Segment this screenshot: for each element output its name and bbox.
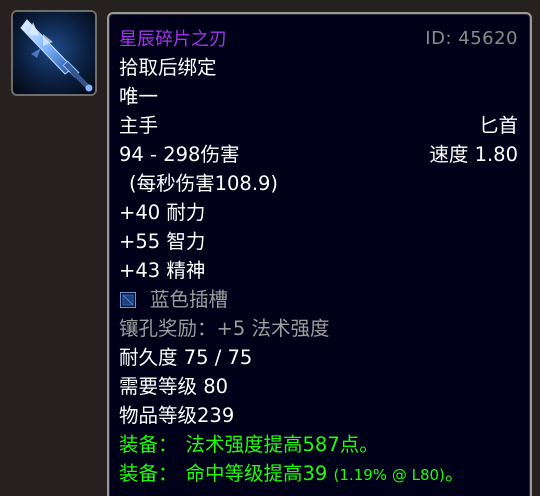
stat-spirit: +43 精神 xyxy=(119,259,206,282)
equip-hit-rating[interactable]: 装备： 命中等级提高39 (1.19% @ L80)。 xyxy=(119,459,518,488)
equip-label: 装备： xyxy=(119,462,178,485)
slot-row: 主手 匕首 xyxy=(119,111,518,140)
socket-bonus-text: 镶孔奖励：+5 法术强度 xyxy=(119,317,330,340)
required-level-text: 需要等级 80 xyxy=(119,375,229,398)
equip-text: 法术强度提高587点。 xyxy=(185,433,379,456)
equip-spell-power[interactable]: 装备： 法术强度提高587点。 xyxy=(119,430,518,459)
damage-row: 94 - 298伤害 速度 1.80 xyxy=(119,140,518,169)
equip-text: 命中等级提高39 xyxy=(185,462,328,485)
durability-text: 耐久度 75 / 75 xyxy=(119,346,253,369)
item-tooltip-screen: 星辰碎片之刃 ID: 45620 拾取后绑定 唯一 主手 匕首 94 - 298… xyxy=(0,0,540,496)
socket-icon xyxy=(120,292,136,308)
item-level-text: 物品等级239 xyxy=(119,404,235,427)
item-id: ID: 45620 xyxy=(425,28,518,49)
dps-text: (每秒伤害108.9) xyxy=(129,172,279,195)
item-header: 星辰碎片之刃 ID: 45620 xyxy=(119,24,518,53)
speed-text: 速度 1.80 xyxy=(429,143,518,166)
equip-end: 。 xyxy=(444,462,465,485)
item-name: 星辰碎片之刃 xyxy=(119,29,227,50)
unique-text: 唯一 xyxy=(119,85,159,108)
slot-text: 主手 xyxy=(119,114,159,137)
damage-text: 94 - 298伤害 xyxy=(119,143,240,166)
equip-detail: (1.19% @ L80) xyxy=(333,466,445,484)
weapon-type-text: 匕首 xyxy=(478,114,518,137)
equip-label: 装备： xyxy=(119,433,178,456)
stat-intellect: +55 智力 xyxy=(119,230,206,253)
socket-text: 蓝色插槽 xyxy=(150,288,229,311)
socket-row: 蓝色插槽 xyxy=(119,285,518,314)
item-tooltip: 星辰碎片之刃 ID: 45620 拾取后绑定 唯一 主手 匕首 94 - 298… xyxy=(107,12,532,496)
binding-text: 拾取后绑定 xyxy=(119,56,217,79)
stat-stamina: +40 耐力 xyxy=(119,201,206,224)
dagger-icon[interactable] xyxy=(11,10,97,96)
